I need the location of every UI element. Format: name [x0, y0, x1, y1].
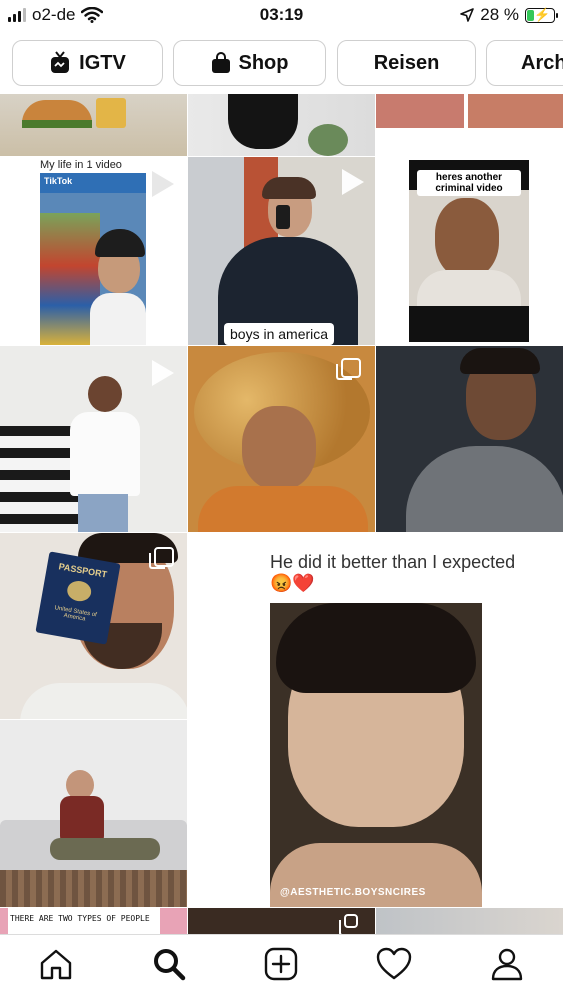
- igtv-icon: [51, 51, 70, 73]
- charging-bolt-icon: ⚡: [534, 6, 551, 22]
- battery-icon: ⚡: [525, 6, 558, 23]
- category-chips: IGTV Shop Reisen Arch: [0, 32, 563, 94]
- caption-boys-in-america: boys in america: [224, 323, 335, 345]
- video-play-icon: [342, 169, 364, 195]
- tiktok-caption: My life in 1 video: [40, 159, 122, 171]
- tiktok-video-thumb: TikTok: [40, 173, 146, 345]
- grid-item-tiktok[interactable]: My life in 1 video TikTok: [0, 157, 187, 345]
- chip-igtv-label: IGTV: [79, 51, 126, 74]
- grid-item-passport[interactable]: PASSPORT United States of America: [0, 533, 187, 719]
- carousel-icon: [149, 547, 174, 569]
- video-play-icon: [152, 171, 174, 197]
- grid-item-criminal[interactable]: heres another criminal video: [376, 128, 563, 345]
- video-play-icon: [533, 168, 555, 194]
- chip-reisen[interactable]: Reisen: [337, 40, 476, 86]
- search-icon: [153, 948, 186, 980]
- explore-grid: My life in 1 video TikTok boys in americ…: [0, 94, 563, 934]
- he-did-it-caption: He did it better than I expected 😡❤️: [270, 552, 516, 593]
- chip-shop[interactable]: Shop: [173, 40, 326, 86]
- passport-image: PASSPORT United States of America: [35, 551, 121, 645]
- carousel-icon: [339, 914, 358, 934]
- battery-fill: [527, 9, 534, 21]
- grid-item-faces-top[interactable]: [376, 94, 563, 128]
- shopping-bag-icon: [211, 52, 230, 73]
- new-post-icon: [265, 947, 298, 980]
- two-types-text: THERE ARE TWO TYPES OF PEOPLE: [10, 914, 150, 923]
- status-right: 28 % ⚡: [460, 5, 558, 25]
- chip-reisen-label: Reisen: [373, 51, 440, 74]
- grid-item-bottom-mid[interactable]: [188, 908, 375, 934]
- he-did-it-video: @AESTHETIC.BOYSNCIRES: [270, 603, 482, 907]
- tab-search[interactable]: [147, 942, 191, 986]
- tiktok-badge: TikTok: [44, 176, 73, 186]
- carousel-icon: [336, 358, 361, 380]
- grid-item-sofa[interactable]: [0, 720, 187, 907]
- chip-shop-label: Shop: [238, 51, 289, 74]
- activity-heart-icon: [376, 947, 412, 979]
- home-icon: [41, 949, 72, 979]
- grid-item-boys-in-america[interactable]: boys in america: [188, 157, 375, 345]
- grid-item-dress[interactable]: [188, 94, 375, 156]
- tab-profile[interactable]: [485, 942, 529, 986]
- chip-arch-label: Arch: [521, 51, 563, 74]
- tab-new-post[interactable]: [259, 942, 303, 986]
- location-arrow-icon: [460, 8, 475, 22]
- tab-activity[interactable]: [372, 942, 416, 986]
- video-play-icon: [152, 360, 174, 386]
- watermark-text: @AESTHETIC.BOYSNCIRES: [280, 887, 426, 898]
- chip-igtv[interactable]: IGTV: [12, 40, 163, 86]
- grid-item-bottom-right[interactable]: [376, 908, 563, 934]
- battery-percent: 28 %: [480, 5, 519, 24]
- profile-icon: [491, 948, 522, 980]
- grid-item-stairs[interactable]: [0, 346, 187, 532]
- grid-item-two-types[interactable]: THERE ARE TWO TYPES OF PEOPLE: [0, 908, 187, 934]
- chip-arch[interactable]: Arch: [486, 40, 563, 86]
- tab-home[interactable]: [34, 942, 78, 986]
- criminal-thumb: heres another criminal video: [409, 160, 529, 342]
- status-bar: o2-de 03:19 28 % ⚡: [0, 0, 563, 32]
- grid-item-curly-hair[interactable]: [188, 346, 375, 532]
- passport-country: United States of America: [54, 605, 98, 623]
- grid-item-grey-shirt[interactable]: [376, 346, 563, 532]
- passport-text: PASSPORT: [57, 561, 108, 580]
- caption-criminal: heres another criminal video: [417, 170, 521, 196]
- grid-item-food[interactable]: [0, 94, 187, 156]
- bottom-tab-bar: [0, 934, 563, 1000]
